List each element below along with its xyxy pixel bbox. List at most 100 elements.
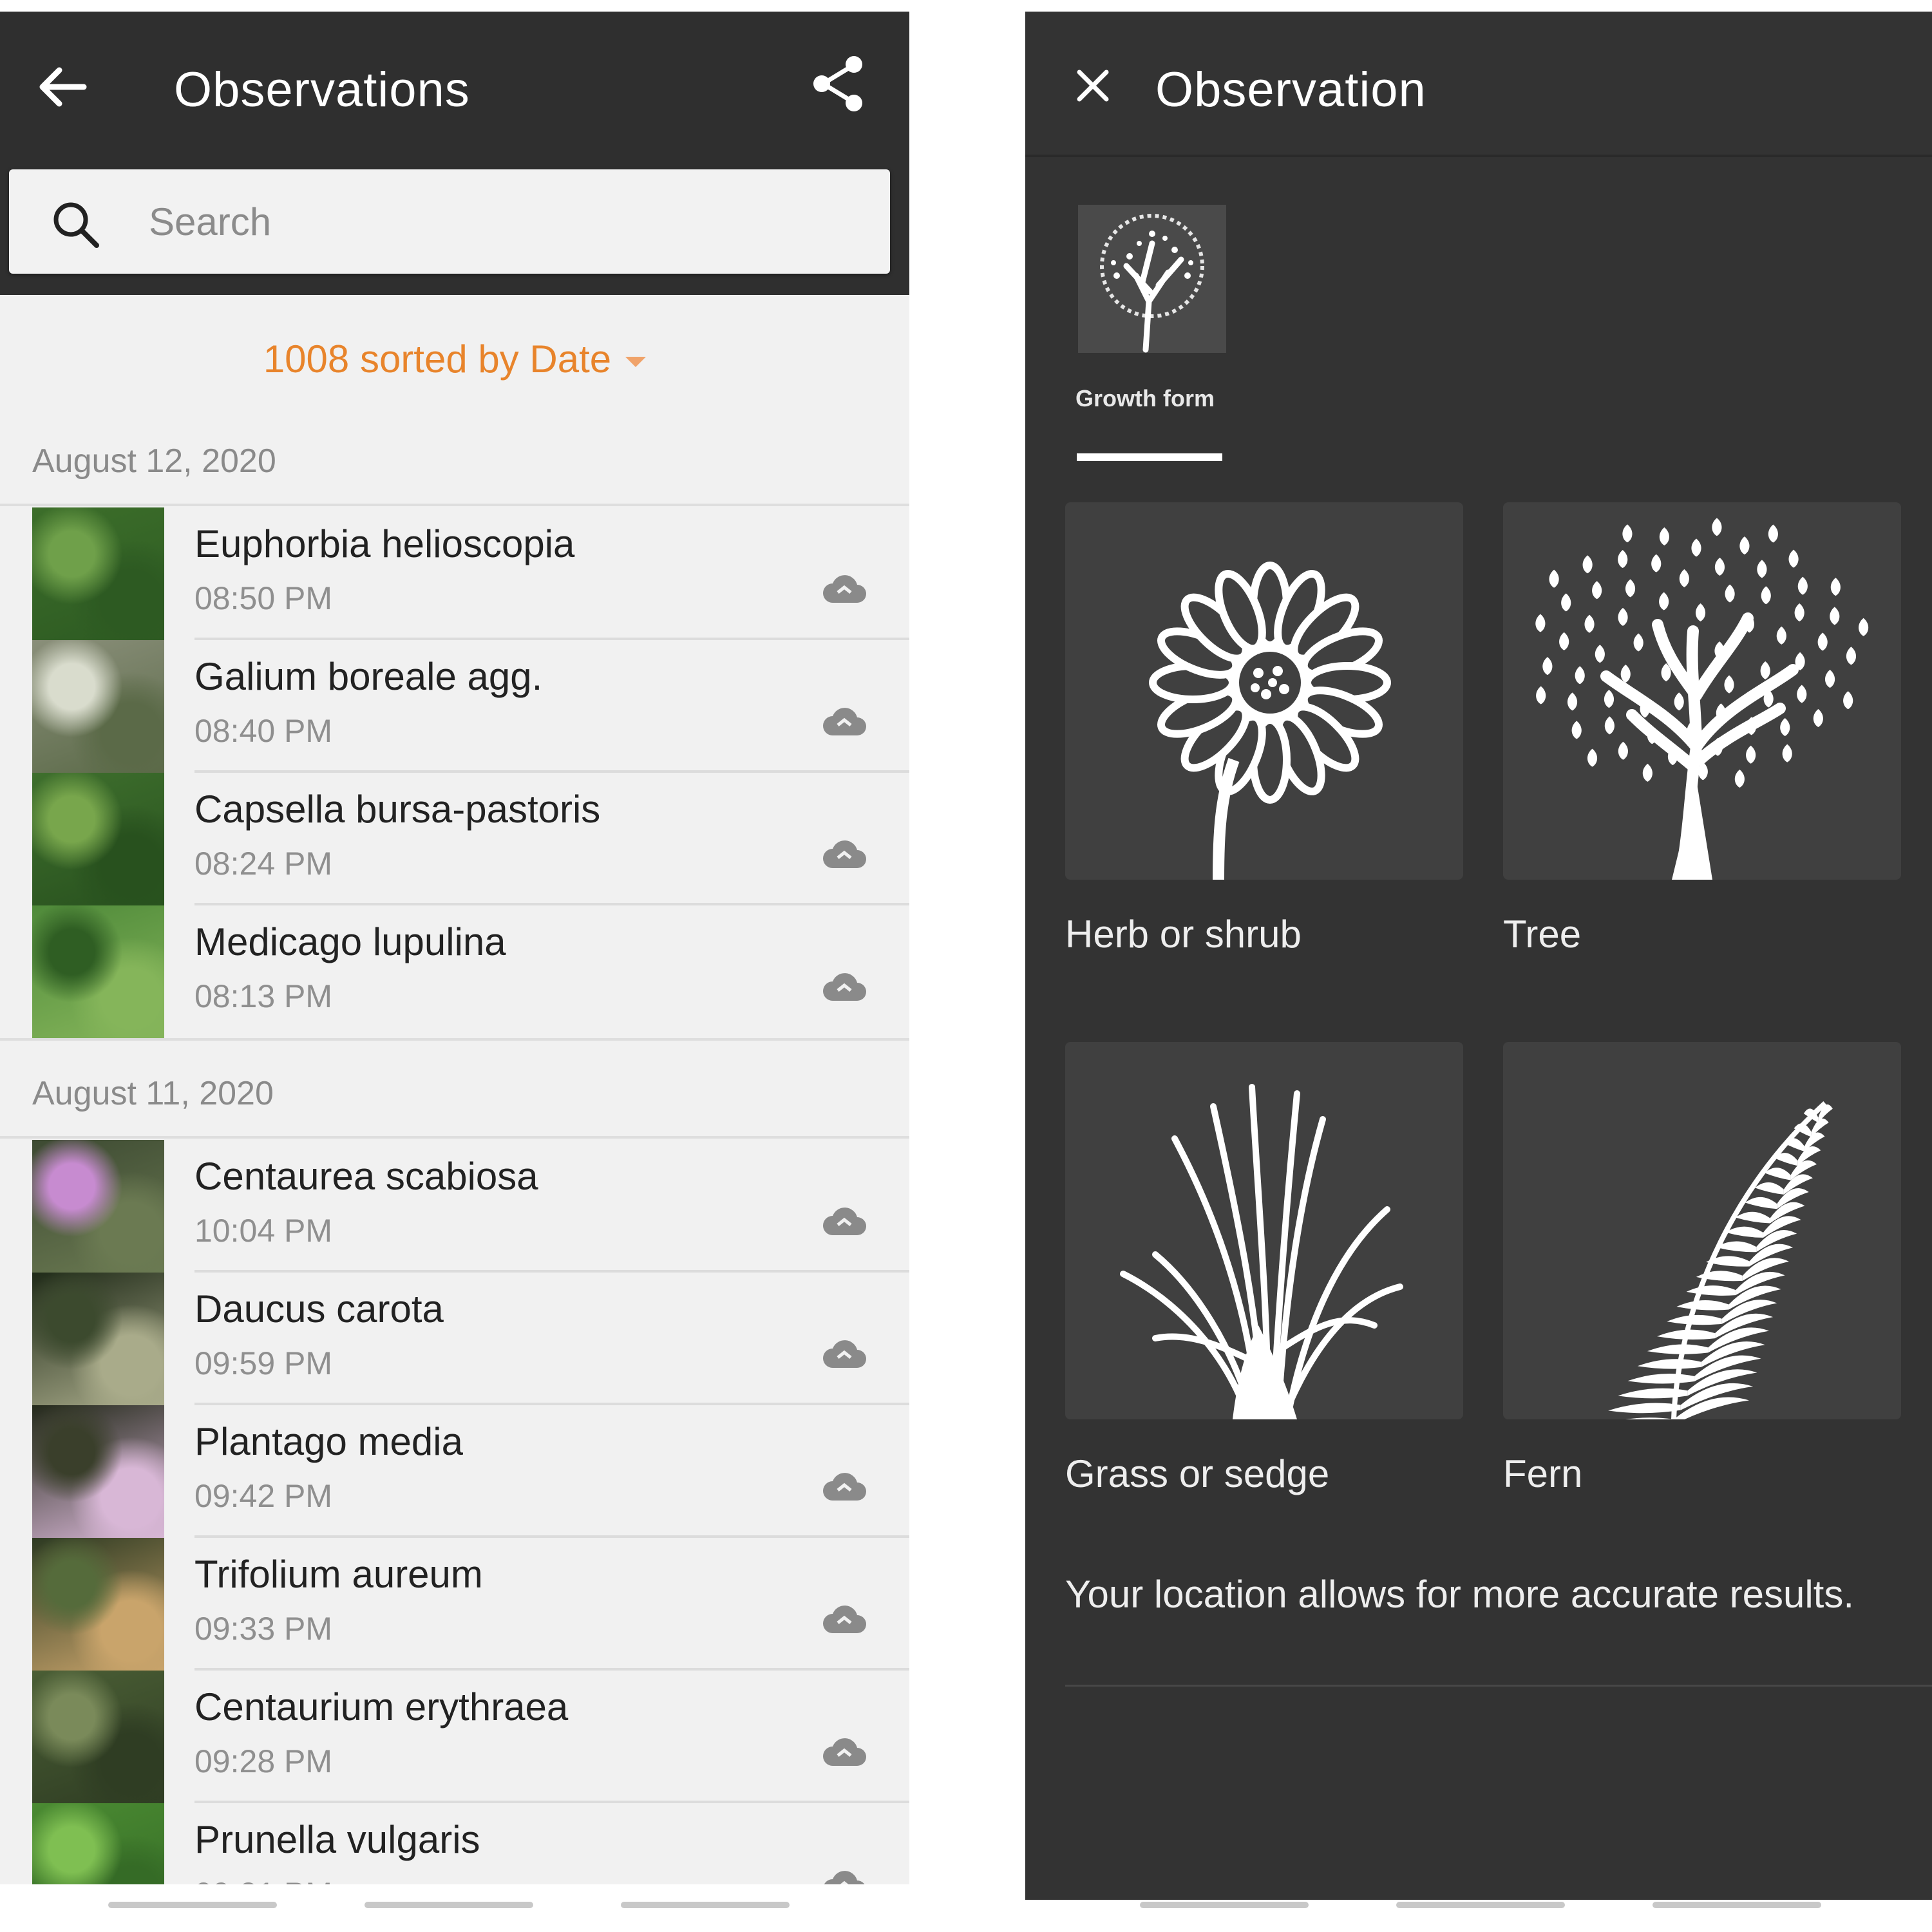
divider xyxy=(0,1136,909,1139)
leaf xyxy=(1780,718,1790,737)
leaf xyxy=(1618,741,1628,760)
fern-icon xyxy=(1608,1101,1833,1419)
divider xyxy=(1025,155,1932,157)
observation-time: 08:13 PM xyxy=(194,978,333,1014)
cloud-upload-icon xyxy=(823,1738,866,1766)
page-title: Observation xyxy=(1155,62,1426,117)
leaf xyxy=(1633,633,1643,652)
list-item[interactable]: Centaurium erythraea 09:28 PM xyxy=(32,1671,909,1803)
cloud-upload-icon xyxy=(823,1605,866,1633)
frond-leaflet xyxy=(1647,1344,1709,1354)
nav-handle[interactable] xyxy=(1140,1902,1309,1908)
leaf xyxy=(1757,560,1767,578)
option-grass-or-sedge[interactable] xyxy=(1065,1042,1463,1419)
list-item[interactable]: Centaurea scabiosa 10:04 PM xyxy=(32,1140,909,1273)
tab-growth-form[interactable] xyxy=(1078,205,1226,353)
leaf xyxy=(1679,569,1689,587)
leaf xyxy=(1725,584,1735,603)
species-name: Medicago lupulina xyxy=(194,920,506,963)
nav-handle[interactable] xyxy=(1653,1902,1821,1908)
observation-thumbnail xyxy=(32,1273,164,1405)
nav-handle[interactable] xyxy=(621,1902,790,1908)
leaf xyxy=(1691,538,1701,557)
nav-handle[interactable] xyxy=(1396,1902,1565,1908)
nav-handle[interactable] xyxy=(365,1902,533,1908)
divider xyxy=(1065,1685,1932,1687)
leaf xyxy=(1651,554,1662,573)
frond-leaflet xyxy=(1725,1226,1763,1238)
leaf xyxy=(1659,592,1669,611)
leaf xyxy=(1625,579,1636,598)
observation-time: 08:24 PM xyxy=(194,846,333,882)
share-icon[interactable] xyxy=(805,52,869,116)
list-item[interactable]: Medicago lupulina 08:13 PM xyxy=(32,905,909,1038)
cloud-upload-icon xyxy=(823,1208,866,1235)
species-name: Euphorbia helioscopia xyxy=(194,522,575,565)
option-label: Grass or sedge xyxy=(1065,1452,1330,1495)
leaf xyxy=(1567,692,1578,711)
frond-leaflet xyxy=(1745,1197,1777,1209)
observation-time: 09:42 PM xyxy=(194,1478,333,1514)
leaf xyxy=(1559,632,1569,650)
divider xyxy=(0,1038,909,1041)
leaf xyxy=(1604,716,1615,735)
list-item[interactable]: Plantago media 09:42 PM xyxy=(32,1405,909,1538)
leaf xyxy=(1714,557,1725,576)
leaf xyxy=(1535,614,1546,632)
list-item[interactable]: Daucus carota 09:59 PM xyxy=(32,1273,909,1405)
date-header: August 11, 2020 xyxy=(32,1075,274,1112)
frond-leaflet xyxy=(1618,1388,1688,1399)
leaf xyxy=(1843,691,1853,710)
tree-icon xyxy=(1535,518,1869,880)
cloud-upload-icon xyxy=(823,708,866,735)
option-tree[interactable] xyxy=(1503,502,1901,880)
leaf xyxy=(1582,555,1593,574)
list-item[interactable]: Galium boreale agg. 08:40 PM xyxy=(32,640,909,773)
close-icon[interactable] xyxy=(1070,63,1115,108)
frond-leaflet xyxy=(1686,1285,1736,1296)
leaf xyxy=(1584,614,1595,633)
observation-time: 09:28 PM xyxy=(194,1743,333,1779)
observation-thumbnail xyxy=(32,640,164,773)
search-bar xyxy=(9,169,890,274)
observation-screen: Observation Growth form Herb or shrub Tr… xyxy=(1025,12,1932,1900)
species-name: Daucus carota xyxy=(194,1287,444,1331)
leaf xyxy=(1604,690,1615,708)
leaf xyxy=(1788,549,1799,568)
species-name: Trifolium aureum xyxy=(194,1553,483,1596)
list-item[interactable]: Euphorbia helioscopia 08:50 PM xyxy=(32,507,909,640)
leaf xyxy=(1587,748,1598,767)
app-bar: Observations xyxy=(0,12,909,295)
chevron-down-icon xyxy=(625,357,647,368)
tree-icon xyxy=(1100,214,1204,353)
nav-handle[interactable] xyxy=(108,1902,277,1908)
observation-thumbnail xyxy=(32,905,164,1038)
arrow-left-icon[interactable] xyxy=(33,58,91,116)
list-item[interactable]: Trifolium aureum 09:33 PM xyxy=(32,1538,909,1671)
leaf xyxy=(1618,607,1628,626)
leaf xyxy=(1817,632,1828,651)
observation-thumbnail xyxy=(32,1538,164,1671)
leaf xyxy=(1824,670,1835,688)
leaf xyxy=(1620,664,1631,683)
sort-dropdown[interactable]: 1008 sorted by Date xyxy=(0,337,909,381)
leaf xyxy=(1724,675,1734,694)
option-fern[interactable] xyxy=(1503,1042,1901,1419)
list-item[interactable]: Capsella bursa-pastoris 08:24 PM xyxy=(32,773,909,905)
frond-leaflet xyxy=(1608,1403,1681,1414)
species-name: Centaurium erythraea xyxy=(194,1685,569,1728)
leaf xyxy=(1622,524,1633,543)
search-input[interactable] xyxy=(147,195,858,248)
species-name: Plantago media xyxy=(194,1420,463,1463)
leaf xyxy=(1659,527,1669,545)
cloud-upload-icon xyxy=(823,575,866,603)
leaf xyxy=(1734,769,1745,788)
leaf xyxy=(1712,518,1722,536)
option-label: Fern xyxy=(1503,1452,1583,1495)
leaf xyxy=(1782,744,1792,762)
leaf xyxy=(1761,586,1771,605)
leaf xyxy=(1746,745,1756,764)
leaf xyxy=(1846,647,1857,665)
option-herb-or-shrub[interactable] xyxy=(1065,502,1463,880)
observation-thumbnail xyxy=(32,1671,164,1803)
